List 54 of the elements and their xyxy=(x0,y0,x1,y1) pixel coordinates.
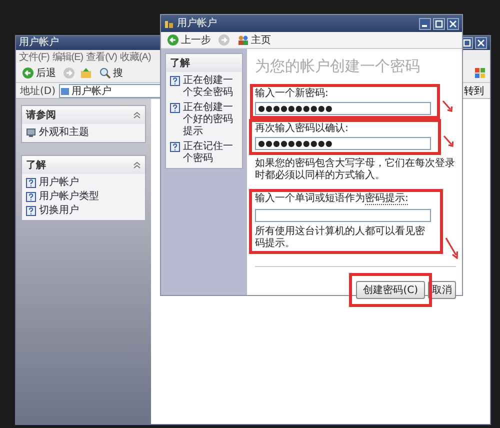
annotation-arrow xyxy=(442,100,454,112)
monitor-icon xyxy=(26,128,36,138)
menu-item[interactable]: 查看(V) xyxy=(86,50,117,64)
maximize-icon[interactable] xyxy=(433,18,445,30)
task-link[interactable]: 正在创建一个好的密码提示 xyxy=(183,102,238,138)
back-button[interactable]: 上一步 xyxy=(165,33,213,47)
page-heading: 为您的帐户创建一个密码 xyxy=(255,57,421,76)
window-title: 用户帐户 xyxy=(177,18,217,28)
field-label: 再次输入密码以确认: xyxy=(255,123,348,135)
help-icon xyxy=(26,178,36,188)
panel-title: 了解 xyxy=(26,158,46,172)
hint-field[interactable] xyxy=(255,209,431,222)
case-sensitivity-note: 如果您的密码包含大写字母，它们在每次登录时都必须以同样的方式输入。 xyxy=(255,158,456,182)
menu-item[interactable]: 编辑(E) xyxy=(52,50,84,64)
hint-visibility-note: 所有使用这台计算机的人都可以看见密码提示。 xyxy=(255,226,426,250)
back-button[interactable]: 后退 xyxy=(20,66,58,80)
field-label: 输入一个单词或短语作为 xyxy=(255,193,365,204)
field-label: 输入一个新密码: xyxy=(255,88,328,100)
annotation-arrow xyxy=(444,237,460,259)
collapse-chevron-icon[interactable] xyxy=(133,111,141,119)
task-link[interactable]: 用户帐户 xyxy=(39,177,79,189)
minimize-icon[interactable] xyxy=(419,18,431,30)
annotation-arrow xyxy=(443,135,455,147)
folder-up-icon[interactable] xyxy=(80,66,92,78)
password-field[interactable]: ●●●●●●●●●● xyxy=(255,102,431,115)
password-field[interactable]: ●●●●●●●●●● xyxy=(255,137,431,150)
task-link[interactable]: 正在创建一个安全密码 xyxy=(183,75,238,99)
password-hint-link[interactable]: 密码提示: xyxy=(365,193,408,205)
close-icon[interactable] xyxy=(447,18,459,30)
address-label: 地址(D) xyxy=(20,84,56,98)
task-link[interactable]: 正在记住一个密码 xyxy=(183,141,238,165)
panel-title: 了解 xyxy=(170,56,190,70)
help-icon xyxy=(170,103,180,113)
window-title: 用户帐户 xyxy=(19,38,59,48)
back-arrow-icon xyxy=(22,66,34,78)
menu-item[interactable]: 文件(F) xyxy=(19,50,50,64)
help-icon xyxy=(26,206,36,216)
panel-title: 请参阅 xyxy=(26,108,56,122)
help-icon xyxy=(26,192,36,202)
flag-logo-icon xyxy=(474,66,486,78)
collapse-chevron-icon[interactable] xyxy=(133,161,141,169)
help-icon xyxy=(170,76,180,86)
search-button[interactable]: 搜 xyxy=(97,66,125,80)
window-app-icon xyxy=(164,18,174,28)
home-button[interactable]: 主页 xyxy=(235,33,273,47)
create-password-button[interactable]: 创建密码(C) xyxy=(356,281,425,299)
help-icon xyxy=(170,142,180,152)
task-link[interactable]: 用户帐户类型 xyxy=(39,191,99,203)
folder-icon xyxy=(60,86,70,96)
menu-item[interactable]: 收藏(A) xyxy=(120,50,151,64)
close-icon[interactable] xyxy=(475,37,487,49)
search-icon xyxy=(99,66,111,78)
task-link[interactable]: 切换用户 xyxy=(39,205,79,217)
users-icon xyxy=(237,34,249,46)
